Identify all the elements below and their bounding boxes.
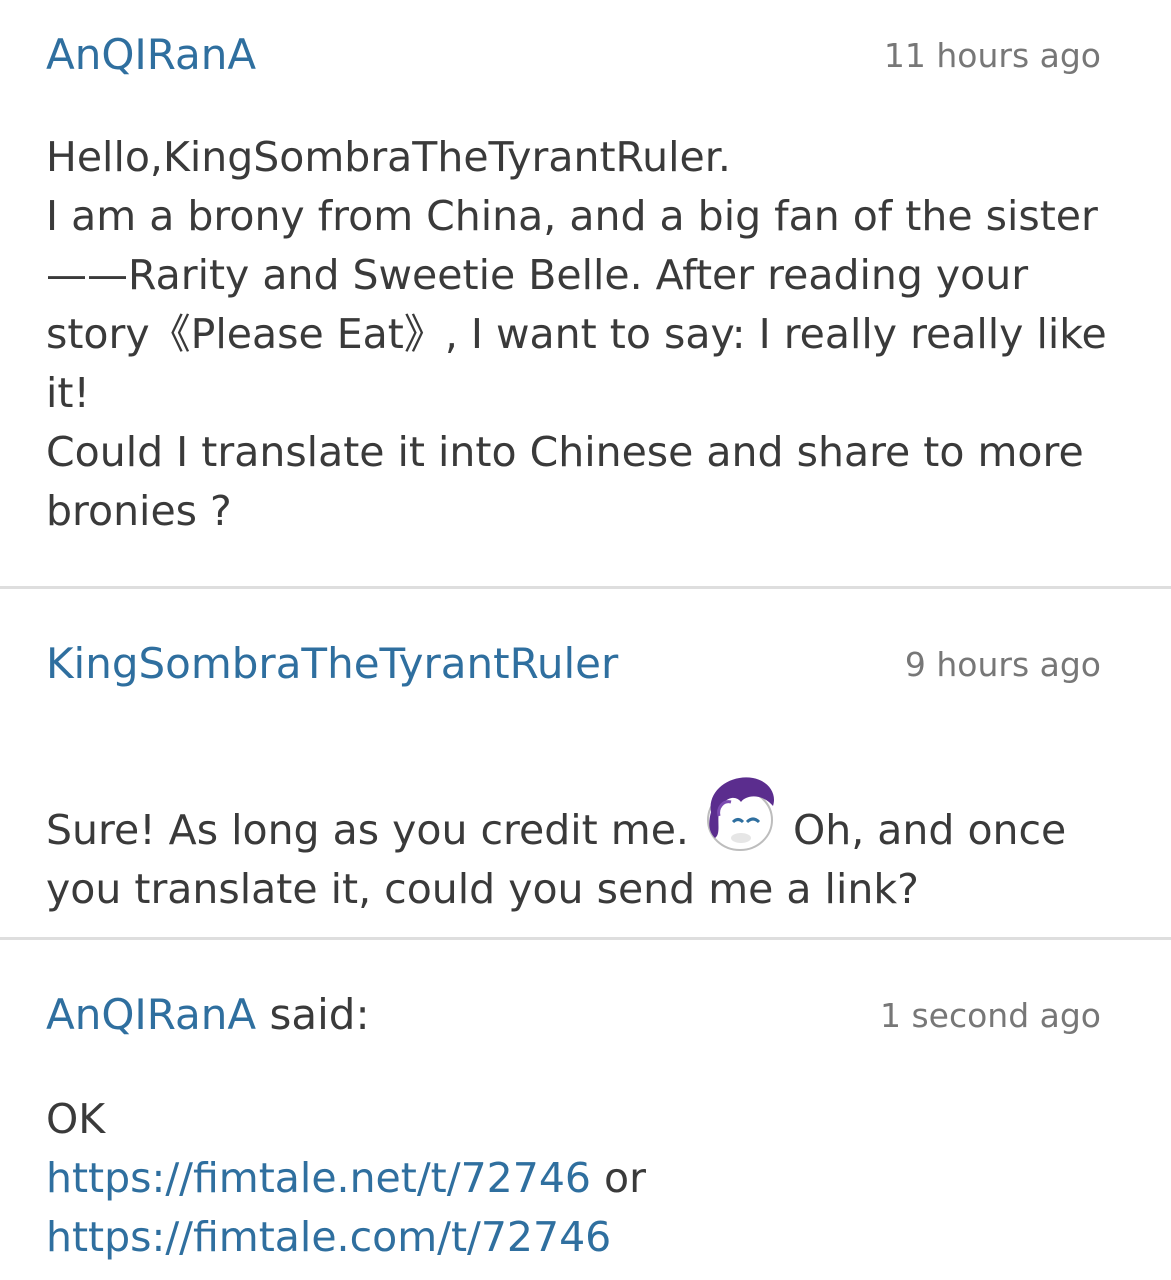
comment-author[interactable]: KingSombraTheTyrantRuler <box>46 637 618 691</box>
comment-line: I am a brony from China, and a big fan o… <box>46 192 1098 240</box>
comment-author-line: AnQIRanA said: <box>46 988 370 1042</box>
comment-text: Sure! As long as you credit me. <box>46 806 689 854</box>
comment-line: story《Please Eat》, I want to say: I real… <box>46 310 1107 358</box>
comment-body: Sure! As long as you credit me. Oh, and … <box>46 772 1131 919</box>
comment-line: bronies ? <box>46 487 232 535</box>
comment-body: Hello,KingSombraTheTyrantRuler. I am a b… <box>46 128 1131 541</box>
comment-author[interactable]: AnQIRanA <box>46 28 256 82</box>
comment-2: KingSombraTheTyrantRuler 9 hours ago Sur… <box>0 589 1171 937</box>
fimtale-com-link[interactable]: https://fimtale.com/t/72746 <box>46 1213 611 1261</box>
comment-line: Sure! As long as you credit me. Oh, and … <box>46 772 1131 860</box>
comment-timestamp: 9 hours ago <box>904 645 1101 684</box>
comment-timestamp: 11 hours ago <box>883 36 1101 75</box>
comment-body: OK https://fimtale.net/t/72746 or https:… <box>46 1090 1131 1267</box>
said-label: said: <box>269 990 370 1039</box>
comment-line: Hello,KingSombraTheTyrantRuler. <box>46 133 731 181</box>
comment-line: Could I translate it into Chinese and sh… <box>46 428 1084 476</box>
comment-1: AnQIRanA 11 hours ago Hello,KingSombraTh… <box>0 0 1171 586</box>
comment-3: AnQIRanA said: 1 second ago OK https://f… <box>0 940 1171 1280</box>
comment-line: https://fimtale.com/t/72746 <box>46 1208 1131 1267</box>
connector-text: or <box>604 1154 646 1202</box>
comment-line: you translate it, could you send me a li… <box>46 865 919 913</box>
comment-line: https://fimtale.net/t/72746 or <box>46 1149 1131 1208</box>
comment-line: it! <box>46 369 90 417</box>
comment-text: Oh, and once <box>792 806 1067 854</box>
comment-author[interactable]: AnQIRanA <box>46 990 256 1039</box>
comment-line: OK <box>46 1095 106 1143</box>
rarity-pony-emoji-icon <box>697 772 783 858</box>
comment-timestamp: 1 second ago <box>879 996 1101 1035</box>
comment-line: ——Rarity and Sweetie Belle. After readin… <box>46 251 1029 299</box>
fimtale-net-link[interactable]: https://fimtale.net/t/72746 <box>46 1154 591 1202</box>
